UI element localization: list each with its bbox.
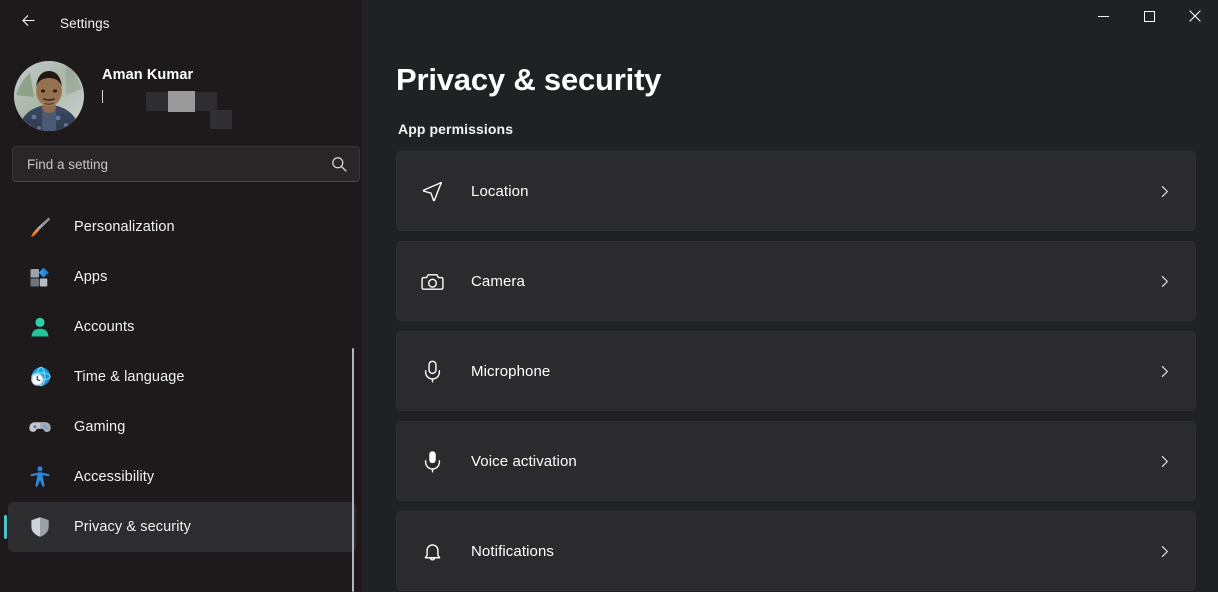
gamepad-icon (28, 415, 52, 439)
camera-icon (419, 268, 445, 294)
sidebar-item-label: Personalization (74, 219, 175, 235)
minimize-button[interactable] (1080, 0, 1126, 32)
app-title: Settings (60, 16, 110, 31)
section-title-app-permissions: App permissions (398, 121, 1218, 137)
permission-card-notifications[interactable]: Notifications (396, 511, 1196, 591)
sidebar-item-label: Accessibility (74, 469, 154, 485)
permissions-list: Location Camera (396, 151, 1196, 591)
redaction-block (195, 92, 217, 111)
sidebar-item-personalization[interactable]: Personalization (8, 202, 356, 252)
chevron-right-icon (1156, 363, 1173, 380)
settings-window: Settings (0, 0, 1218, 592)
bell-icon (419, 538, 445, 564)
back-button[interactable] (6, 7, 50, 39)
clock-globe-icon (28, 365, 52, 389)
text-caret (102, 90, 103, 103)
chevron-right-icon (1156, 273, 1173, 290)
redaction-block (210, 110, 232, 129)
permission-label: Voice activation (471, 453, 577, 470)
page-title: Privacy & security (396, 62, 1218, 98)
redaction-block (168, 91, 195, 112)
selection-indicator (4, 515, 7, 539)
close-icon (1189, 10, 1201, 22)
sidebar-item-label: Gaming (74, 419, 125, 435)
sidebar-item-label: Privacy & security (74, 519, 191, 535)
sidebar: Aman Kumar (0, 0, 362, 592)
close-button[interactable] (1172, 0, 1218, 32)
permission-card-location[interactable]: Location (396, 151, 1196, 231)
sidebar-item-time-language[interactable]: Time & language (8, 352, 356, 402)
sidebar-item-label: Accounts (74, 319, 134, 335)
apps-icon (28, 265, 52, 289)
sidebar-item-privacy-security[interactable]: Privacy & security (8, 502, 356, 552)
sidebar-item-label: Time & language (74, 369, 185, 385)
sidebar-item-apps[interactable]: Apps (8, 252, 356, 302)
permission-card-voice-activation[interactable]: Voice activation (396, 421, 1196, 501)
maximize-button[interactable] (1126, 0, 1172, 32)
permission-label: Location (471, 183, 529, 200)
chevron-right-icon (1156, 543, 1173, 560)
sidebar-scrollbar[interactable] (346, 348, 360, 592)
permission-card-camera[interactable]: Camera (396, 241, 1196, 321)
search-input[interactable] (27, 157, 323, 172)
search-icon (331, 156, 347, 172)
search-box[interactable] (12, 146, 360, 182)
microphone-filled-icon (419, 448, 445, 474)
chevron-right-icon (1156, 453, 1173, 470)
accessibility-icon (28, 465, 52, 489)
window-controls (1080, 0, 1218, 46)
paintbrush-icon (28, 215, 52, 239)
user-avatar-photo (14, 61, 84, 131)
permission-label: Notifications (471, 543, 554, 560)
sidebar-item-accounts[interactable]: Accounts (8, 302, 356, 352)
shield-icon (28, 515, 52, 539)
sidebar-nav: Personalization Apps (0, 202, 362, 552)
navigation-arrow-icon (419, 178, 445, 204)
profile-text: Aman Kumar (102, 67, 232, 126)
permission-label: Camera (471, 273, 525, 290)
profile-email-redacted (102, 90, 232, 124)
minimize-icon (1098, 11, 1109, 22)
profile-section[interactable]: Aman Kumar (0, 46, 362, 130)
permission-card-microphone[interactable]: Microphone (396, 331, 1196, 411)
profile-name: Aman Kumar (102, 67, 232, 83)
sidebar-item-accessibility[interactable]: Accessibility (8, 452, 356, 502)
sidebar-item-gaming[interactable]: Gaming (8, 402, 356, 452)
main-content: Privacy & security App permissions Locat… (362, 0, 1218, 592)
account-icon (28, 315, 52, 339)
scrollbar-thumb[interactable] (352, 348, 355, 592)
maximize-icon (1144, 11, 1155, 22)
sidebar-item-label: Apps (74, 269, 107, 285)
arrow-left-icon (19, 11, 38, 35)
redaction-block (146, 92, 168, 111)
chevron-right-icon (1156, 183, 1173, 200)
permission-label: Microphone (471, 363, 550, 380)
microphone-icon (419, 358, 445, 384)
avatar[interactable] (14, 61, 84, 131)
